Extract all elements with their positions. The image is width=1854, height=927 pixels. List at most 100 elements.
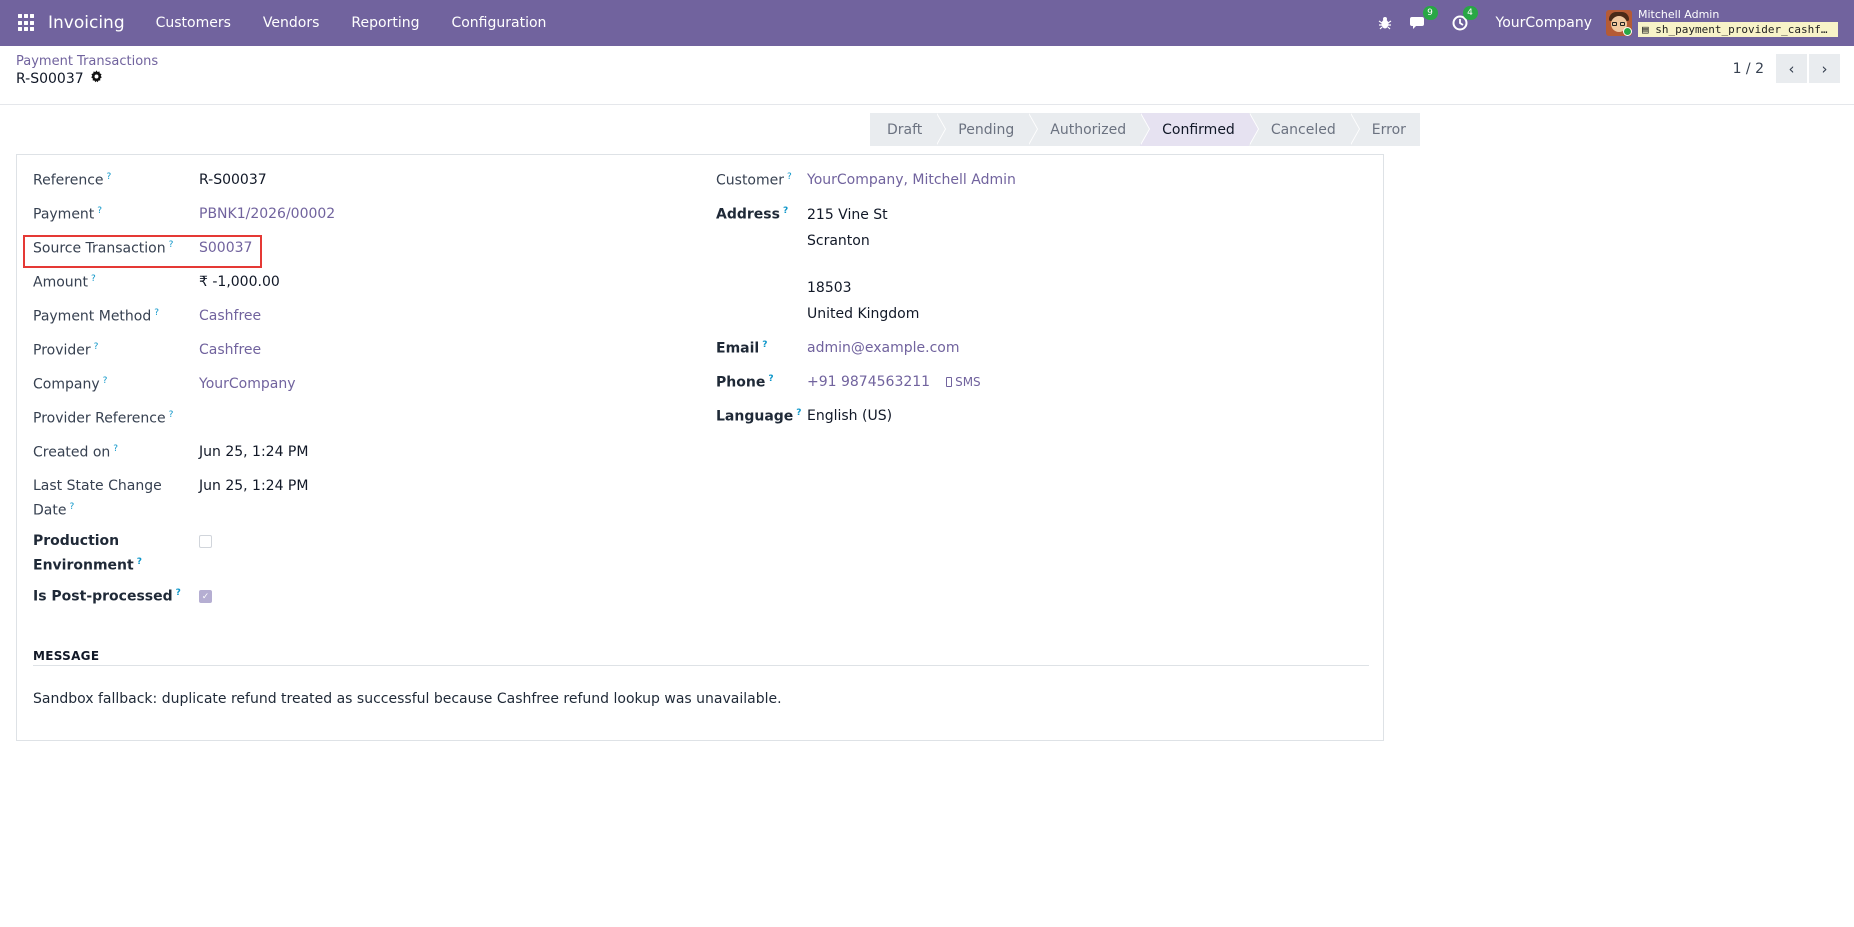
help-icon: ? (102, 376, 108, 386)
help-icon: ? (768, 374, 774, 384)
menu-configuration[interactable]: Configuration (440, 15, 557, 31)
message-section-title: MESSAGE (33, 649, 100, 663)
email-label: Email? (716, 340, 768, 357)
menu-customers[interactable]: Customers (145, 15, 242, 31)
production-environment-checkbox[interactable] (199, 535, 212, 548)
last-state-change-value[interactable]: Jun 25, 1:24 PM (199, 478, 308, 522)
help-icon: ? (91, 274, 96, 284)
payment-label: Payment? (33, 206, 103, 223)
help-icon: ? (113, 444, 119, 454)
help-icon: ? (69, 502, 75, 512)
production-environment-label: Production Environment? (33, 533, 142, 574)
customer-link[interactable]: YourCompany, Mitchell Admin (807, 172, 1016, 189)
messages-count-badge: 9 (1422, 6, 1438, 20)
provider-link[interactable]: Cashfree (199, 342, 261, 359)
help-icon: ? (154, 308, 160, 318)
divider (33, 665, 1369, 666)
field-provider: Provider? Cashfree (33, 342, 261, 359)
messages-icon[interactable]: 9 (1409, 6, 1438, 31)
post-processed-checkbox[interactable]: ✓ (199, 590, 212, 603)
reference-value[interactable]: R-S00037 (199, 172, 267, 189)
stage-confirmed[interactable]: Confirmed (1140, 113, 1259, 146)
menu-reporting[interactable]: Reporting (340, 15, 430, 31)
payment-method-label: Payment Method? (33, 308, 160, 325)
gear-icon[interactable] (90, 70, 103, 87)
systray: 9 4 YourCompany Mitchell Admin ▤ sh_paym… (1378, 0, 1854, 46)
stage-error[interactable]: Error (1349, 113, 1420, 146)
company-link[interactable]: YourCompany (199, 376, 296, 393)
created-on-label: Created on? (33, 444, 119, 461)
bug-icon[interactable] (1378, 16, 1392, 30)
pager: 1 / 2 ‹ › (1733, 54, 1840, 83)
help-icon: ? (168, 410, 174, 420)
online-status-icon (1623, 27, 1632, 36)
pager-next-button[interactable]: › (1809, 54, 1840, 83)
company-label: Company? (33, 376, 108, 393)
source-transaction-label: Source Transaction? (33, 240, 174, 257)
field-language: Language? English (US) (716, 408, 892, 425)
menu-vendors[interactable]: Vendors (252, 15, 330, 31)
help-icon: ? (762, 340, 768, 350)
chevron-left-icon: ‹ (1788, 59, 1795, 78)
stage-draft[interactable]: Draft (870, 113, 947, 146)
field-created-on: Created on? Jun 25, 1:24 PM (33, 444, 308, 461)
pager-previous-button[interactable]: ‹ (1776, 54, 1807, 83)
help-icon: ? (175, 588, 181, 598)
language-value[interactable]: English (US) (807, 408, 892, 425)
field-address: Address? 215 Vine St Scranton 18503 Unit… (716, 206, 919, 327)
provider-label: Provider? (33, 342, 99, 359)
breadcrumb[interactable]: Payment Transactions (16, 54, 158, 69)
top-navbar: Invoicing Customers Vendors Reporting Co… (0, 0, 1854, 46)
field-reference: Reference? R-S00037 (33, 172, 267, 189)
source-transaction-link[interactable]: S00037 (199, 240, 252, 257)
payment-method-link[interactable]: Cashfree (199, 308, 261, 325)
help-icon: ? (97, 206, 103, 216)
help-icon: ? (787, 172, 792, 182)
amount-value[interactable]: ₹ -1,000.00 (199, 274, 280, 291)
help-icon: ? (106, 172, 112, 182)
help-icon: ? (93, 342, 99, 352)
last-state-change-label: Last State Change Date? (33, 478, 162, 519)
email-link[interactable]: admin@example.com (807, 340, 959, 357)
mobile-icon (946, 377, 953, 388)
avatar[interactable] (1606, 10, 1632, 36)
help-icon: ? (168, 240, 174, 250)
record-name: R-S00037 (16, 70, 84, 87)
post-processed-label: Is Post-processed? (33, 588, 181, 605)
field-is-post-processed: Is Post-processed? ✓ (33, 588, 212, 605)
database-name: ▤ sh_payment_provider_cashfree (1638, 22, 1838, 37)
phone-link[interactable]: +91 9874563211 (807, 374, 930, 391)
field-production-environment: Production Environment? (33, 533, 212, 577)
message-text: Sandbox fallback: duplicate refund treat… (33, 691, 782, 707)
sms-button[interactable]: SMS (946, 374, 981, 391)
reference-label: Reference? (33, 172, 112, 189)
field-payment-method: Payment Method? Cashfree (33, 308, 261, 325)
field-phone: Phone? +91 9874563211 SMS (716, 374, 981, 391)
page-title: R-S00037 (16, 70, 103, 87)
stage-canceled[interactable]: Canceled (1248, 113, 1360, 146)
control-panel: Payment Transactions R-S00037 1 / 2 ‹ › (0, 46, 1854, 105)
help-icon: ? (136, 557, 142, 567)
app-name[interactable]: Invoicing (48, 13, 125, 33)
created-on-value[interactable]: Jun 25, 1:24 PM (199, 444, 308, 461)
apps-menu-icon[interactable] (18, 14, 36, 32)
payment-link[interactable]: PBNK1/2026/00002 (199, 206, 335, 223)
field-amount: Amount? ₹ -1,000.00 (33, 274, 280, 291)
stage-pending[interactable]: Pending (936, 113, 1039, 146)
user-name: Mitchell Admin (1638, 8, 1720, 21)
check-icon: ✓ (201, 591, 210, 602)
chevron-right-icon: › (1821, 59, 1828, 78)
stage-authorized[interactable]: Authorized (1028, 113, 1151, 146)
field-email: Email? admin@example.com (716, 340, 959, 357)
user-menu[interactable]: Mitchell Admin ▤ sh_payment_provider_cas… (1638, 9, 1838, 37)
database-icon: ▤ (1642, 23, 1656, 36)
activities-count-badge: 4 (1462, 6, 1478, 20)
form-sheet: Reference? R-S00037 Payment? PBNK1/2026/… (16, 154, 1384, 741)
address-value[interactable]: 215 Vine St Scranton 18503 United Kingdo… (807, 202, 919, 327)
help-icon: ? (796, 408, 802, 418)
pager-value[interactable]: 1 / 2 (1733, 61, 1764, 77)
address-label: Address? (716, 206, 789, 223)
activities-clock-icon[interactable]: 4 (1452, 6, 1478, 31)
field-source-transaction: Source Transaction? S00037 (33, 240, 252, 257)
company-switcher[interactable]: YourCompany (1496, 15, 1593, 31)
